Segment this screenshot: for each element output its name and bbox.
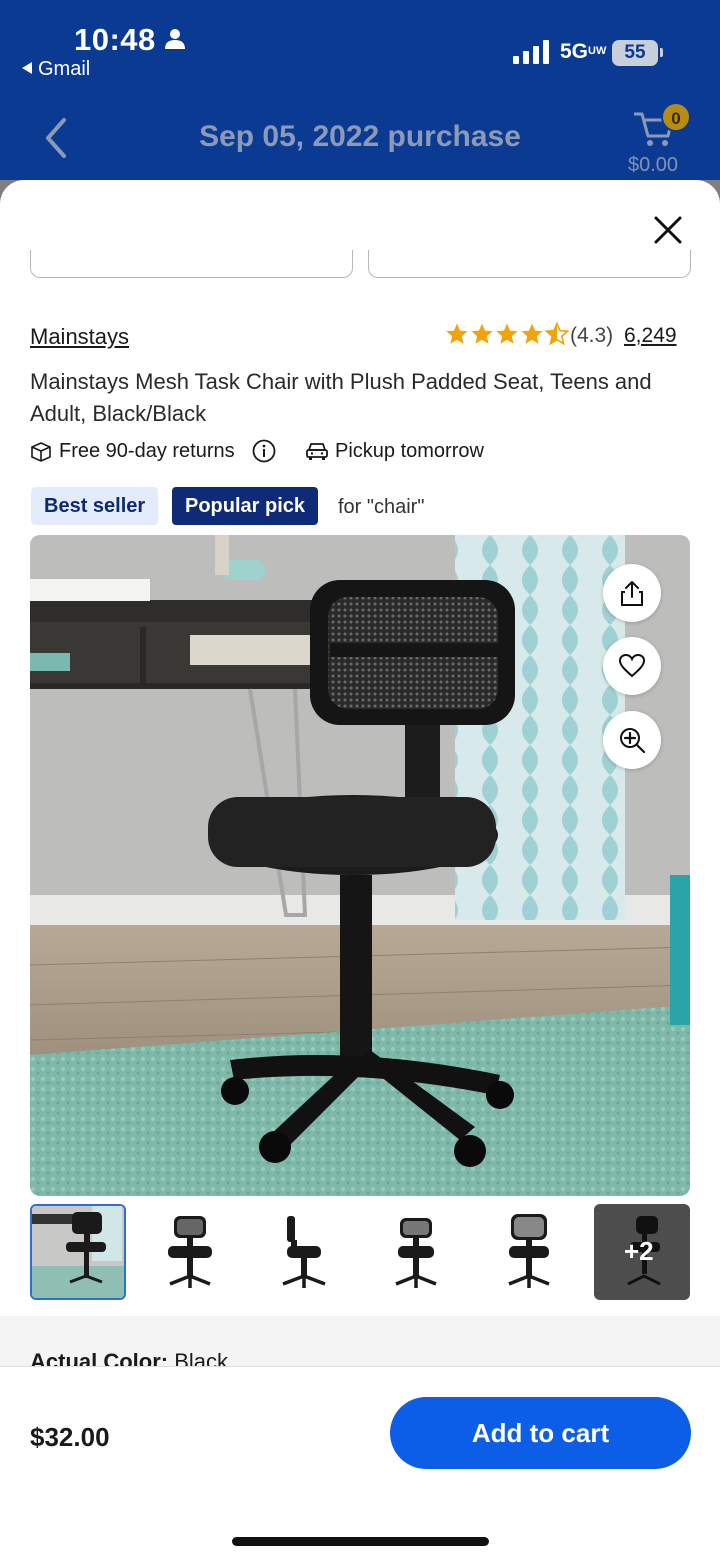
- badge-context: for "chair": [338, 496, 425, 518]
- brand-link[interactable]: Mainstays: [30, 324, 129, 350]
- star-icon: [521, 323, 543, 344]
- option-pill-right[interactable]: [368, 250, 691, 278]
- status-time: 10:48: [74, 22, 156, 57]
- zoom-in-icon[interactable]: [603, 711, 661, 769]
- popular-pick-badge: Popular pick: [172, 487, 319, 525]
- pickup-label: Pickup tomorrow: [335, 440, 484, 462]
- thumbnail-5[interactable]: [481, 1204, 577, 1300]
- network-label: 5GUW: [560, 40, 607, 63]
- page-title: Sep 05, 2022 purchase: [199, 120, 521, 153]
- thumbnail-3[interactable]: [255, 1204, 351, 1300]
- more-images-count: +2: [624, 1236, 654, 1266]
- home-indicator[interactable]: [232, 1537, 489, 1546]
- product-image[interactable]: [30, 535, 690, 1196]
- actual-color: Actual Color: Black: [30, 1349, 229, 1366]
- back-chevron-icon[interactable]: [40, 116, 70, 165]
- person-icon: [164, 28, 186, 55]
- option-pill-left[interactable]: [30, 250, 353, 278]
- back-to-app-link[interactable]: Gmail: [22, 58, 90, 81]
- image-thumbnails: +2: [30, 1204, 690, 1300]
- star-rating: [445, 322, 569, 346]
- cart-total: $0.00: [627, 154, 679, 176]
- thumbnail-2[interactable]: [142, 1204, 238, 1300]
- close-icon[interactable]: [650, 212, 686, 248]
- thumbnail-4[interactable]: [368, 1204, 464, 1300]
- price: $32.00: [30, 1422, 110, 1452]
- heart-icon[interactable]: [603, 637, 661, 695]
- thumbnail-1[interactable]: [30, 1204, 126, 1300]
- info-icon[interactable]: [252, 439, 276, 468]
- returns-icon: [30, 441, 52, 468]
- add-to-cart-button[interactable]: Add to cart: [390, 1397, 691, 1469]
- returns-label: Free 90-day returns: [59, 440, 235, 462]
- best-seller-badge: Best seller: [31, 487, 159, 525]
- back-app-label: Gmail: [38, 58, 91, 80]
- star-icon: [446, 323, 468, 344]
- half-star-icon: [545, 322, 569, 346]
- star-icon: [471, 323, 493, 344]
- battery-nub: [660, 48, 663, 57]
- more-images-thumbnail[interactable]: +2: [594, 1204, 690, 1300]
- pickup-car-icon: [305, 440, 329, 467]
- signal-icon: [513, 40, 551, 69]
- share-icon[interactable]: [603, 564, 661, 622]
- rating-value: (4.3): [570, 324, 614, 347]
- star-icon: [496, 323, 518, 344]
- cart-count-badge: 0: [661, 102, 691, 132]
- review-count-link[interactable]: 6,249: [624, 324, 677, 348]
- battery-indicator: 55: [612, 40, 658, 66]
- product-title: Mainstays Mesh Task Chair with Plush Pad…: [30, 369, 652, 426]
